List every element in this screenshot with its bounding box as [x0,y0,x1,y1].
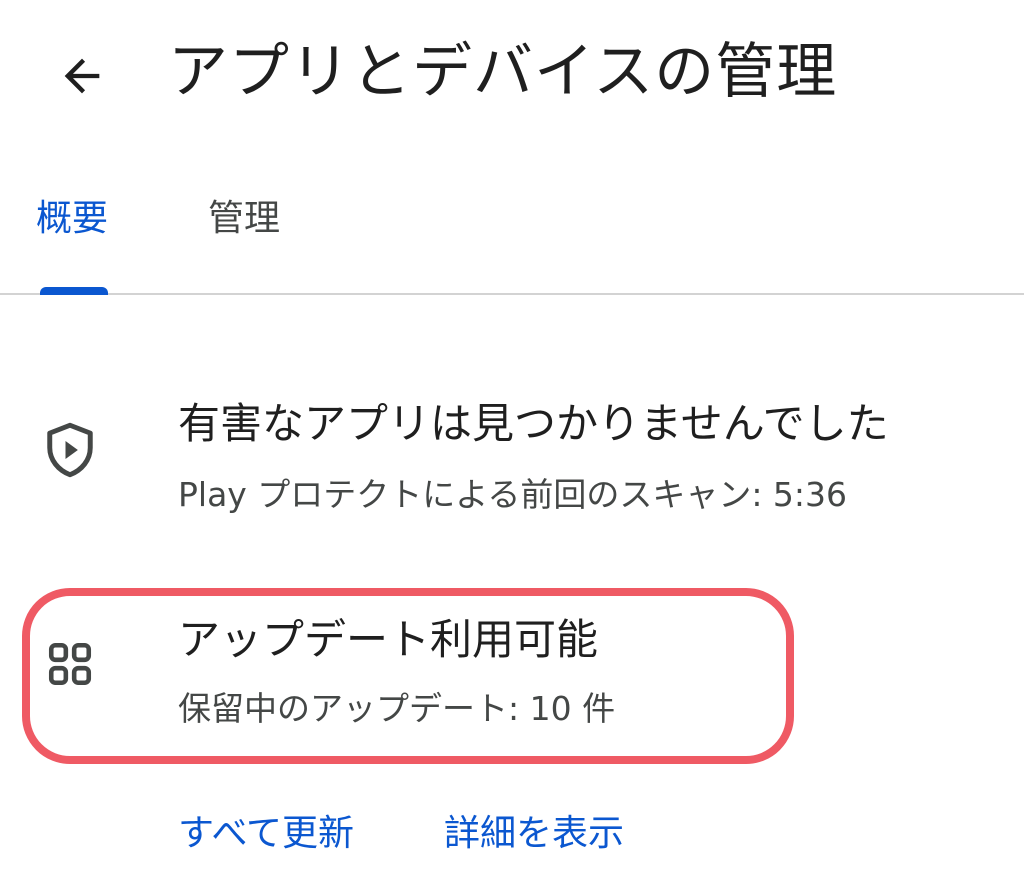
protect-status-title: 有害なアプリは見つかりませんでした [178,399,889,448]
see-details-button[interactable]: 詳細を表示 [444,808,624,860]
arrow-back-icon [64,58,100,94]
update-all-button[interactable]: すべて更新 [178,808,354,860]
updates-available-row[interactable]: アップデート利用可能 保留中のアップデート: 10 件 [0,600,1024,750]
tab-bar: 概要 管理 [0,180,1024,295]
shield-play-icon [40,420,100,480]
top-app-bar: アプリとデバイスの管理 [0,0,1024,150]
tab-manage[interactable]: 管理 [208,194,280,244]
play-protect-row[interactable]: 有害なアプリは見つかりませんでした Play プロテクトによる前回のスキャン: … [0,380,1024,530]
active-tab-indicator [40,287,108,295]
page-title: アプリとデバイスの管理 [168,37,838,107]
tab-overview[interactable]: 概要 [36,194,108,244]
pending-updates-count: 保留中のアップデート: 10 件 [178,689,616,728]
back-button[interactable] [44,38,120,114]
protect-last-scan: Play プロテクトによる前回のスキャン: 5:36 [178,475,848,514]
apps-grid-icon [40,634,100,694]
updates-title: アップデート利用可能 [178,615,599,664]
app-device-management-screen: アプリとデバイスの管理 概要 管理 有害なアプリは見つかりませんでした Play… [0,0,1024,892]
